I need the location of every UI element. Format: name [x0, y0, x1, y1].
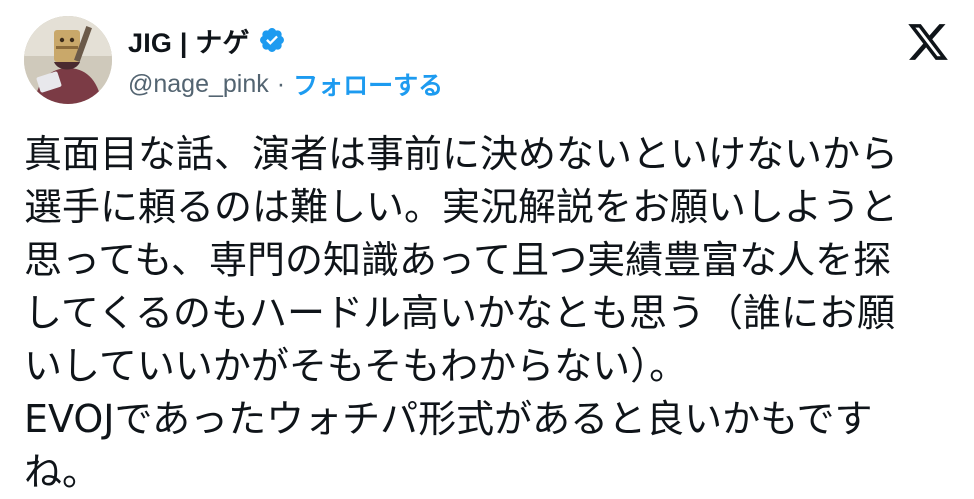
tweet-text-line: EVOJであったウォチパ形式があると良いかもです [24, 397, 873, 441]
name-row: JIG | ナゲ [128, 22, 286, 58]
tweet-card: JIG | ナゲ @nage_pink · フォローする 真面目な話、演者は事前… [0, 0, 974, 494]
user-handle[interactable]: @nage_pink [128, 70, 269, 99]
tweet-text-line: いしていいかがそもそもわからない）。 [24, 344, 688, 388]
handle-row: @nage_pink · フォローする [128, 66, 443, 102]
tweet-header: JIG | ナゲ @nage_pink · フォローする [24, 16, 950, 112]
tweet-text-line: ね。 [24, 450, 101, 494]
separator-dot: · [276, 69, 286, 98]
avatar-image [24, 16, 112, 104]
tweet-text: 真面目な話、演者は事前に決めないといけないから 選手に頼るのは難しい。実況解説を… [24, 128, 954, 499]
tweet-text-line: 思っても、専門の知識あって且つ実績豊富な人を探 [24, 238, 892, 282]
display-name[interactable]: JIG | ナゲ [128, 21, 250, 60]
verified-badge-icon [259, 28, 284, 52]
tweet-text-line: してくるのもハードル高いかなとも思う（誰にお願 [24, 291, 895, 335]
tweet-text-line: 選手に頼るのは難しい。実況解説をお願いしようと [24, 185, 899, 229]
x-logo-icon[interactable] [906, 20, 950, 64]
follow-button[interactable]: フォローする [293, 66, 443, 102]
avatar[interactable] [24, 16, 112, 104]
tweet-text-line: 真面目な話、演者は事前に決めないといけないから [24, 132, 899, 176]
